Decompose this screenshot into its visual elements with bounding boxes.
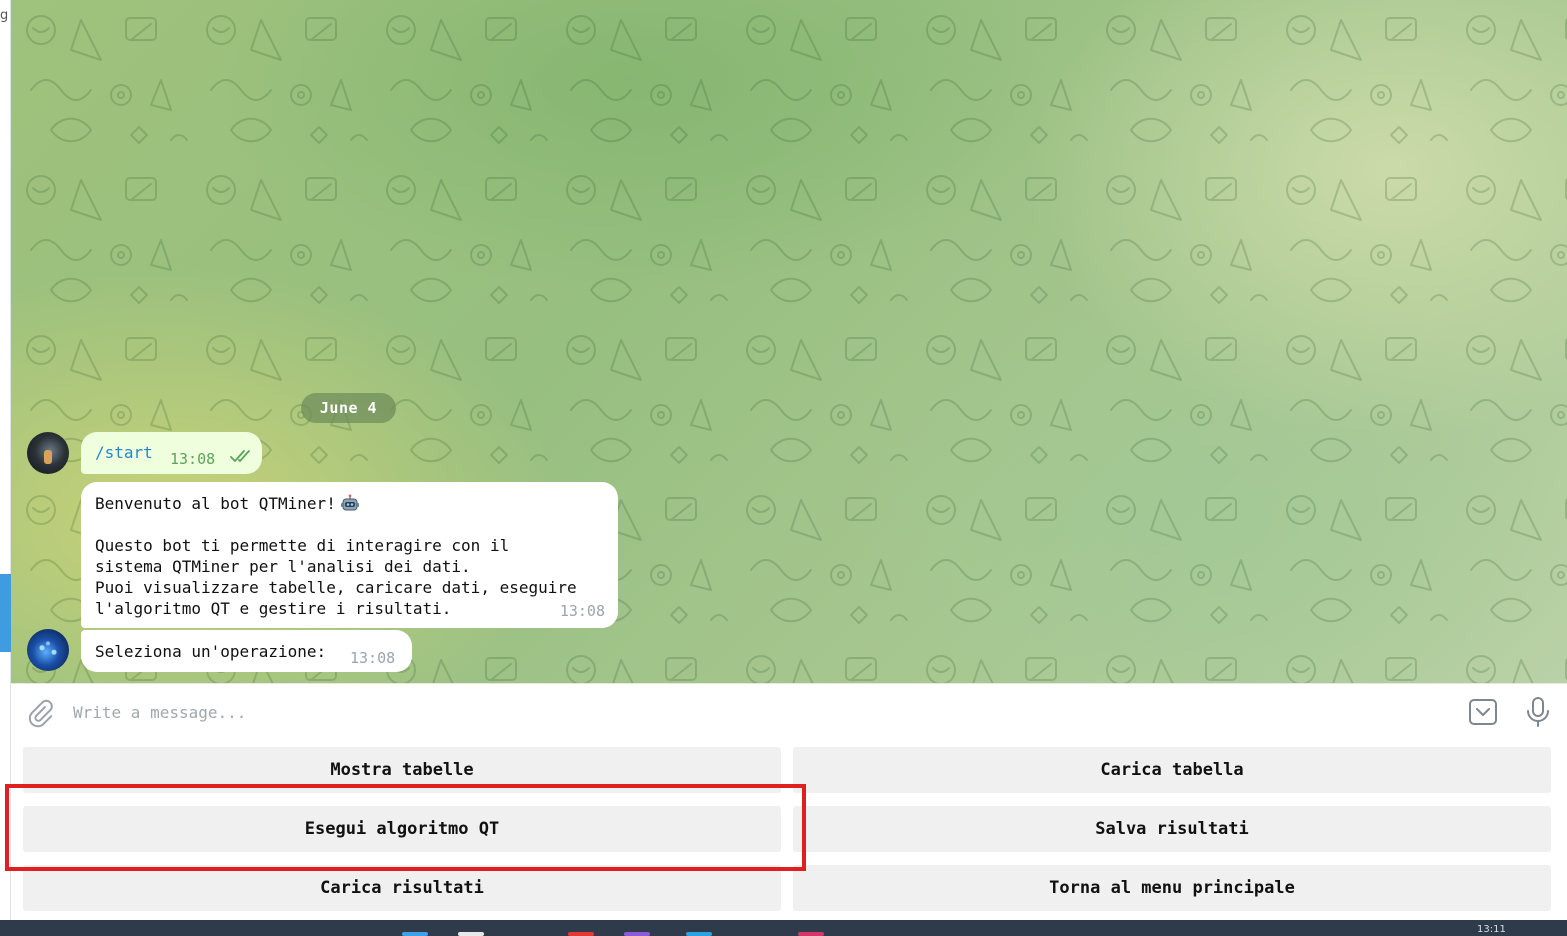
os-taskbar: 13:11 (0, 920, 1567, 936)
bot-avatar[interactable] (27, 629, 69, 671)
message-input[interactable] (73, 698, 1433, 726)
taskbar-app-icon[interactable] (686, 932, 712, 936)
message-line: l'algoritmo QT e gestire i risultati. (95, 599, 452, 618)
message-time: 13:08 (559, 602, 605, 620)
taskbar-clock[interactable]: 13:11 (1477, 924, 1506, 935)
taskbar-app-icon[interactable] (798, 932, 824, 936)
message-text: Seleziona un'operazione: (95, 642, 327, 661)
carica-risultati-button[interactable]: Carica risultati (23, 865, 781, 911)
outgoing-message[interactable]: /start 13:08 (81, 432, 262, 474)
message-text: Benvenuto al bot QTMiner! Questo bot ti … (95, 493, 577, 619)
message-time: 13:08 (170, 450, 216, 468)
robot-face-icon (340, 494, 359, 511)
bot-reply-keyboard: Mostra tabelle Carica tabella Esegui alg… (11, 739, 1567, 920)
salva-risultati-button[interactable]: Salva risultati (793, 806, 1551, 852)
esegui-algoritmo-qt-button[interactable]: Esegui algoritmo QT (23, 806, 781, 852)
left-pane-cut-text: g (0, 8, 9, 23)
mostra-tabelle-button[interactable]: Mostra tabelle (23, 747, 781, 793)
message-line: sistema QTMiner per l'analisi dei dati. (95, 557, 471, 576)
message-line: Questo bot ti permette di interagire con… (95, 536, 510, 555)
double-check-icon (230, 450, 250, 462)
message-line: Puoi visualizzare tabelle, caricare dati… (95, 578, 577, 597)
command-link[interactable]: /start (95, 442, 153, 463)
left-pane-selection-marker (0, 574, 11, 652)
taskbar-app-icon[interactable] (568, 932, 594, 936)
bot-prompt-message[interactable]: Seleziona un'operazione: 13:08 (81, 630, 412, 672)
microphone-icon[interactable] (1525, 696, 1551, 728)
message-composer (11, 683, 1567, 739)
bot-welcome-message[interactable]: Benvenuto al bot QTMiner! Questo bot ti … (81, 482, 618, 628)
taskbar-app-icon[interactable] (402, 932, 428, 936)
date-separator: June 4 (301, 393, 396, 423)
left-pane-edge: g (0, 0, 11, 920)
user-avatar[interactable] (27, 432, 69, 474)
taskbar-app-icon[interactable] (624, 932, 650, 936)
message-time: 13:08 (350, 649, 396, 667)
paperclip-icon[interactable] (25, 698, 55, 728)
carica-tabella-button[interactable]: Carica tabella (793, 747, 1551, 793)
message-line: Benvenuto al bot QTMiner! (95, 494, 336, 513)
torna-al-menu-principale-button[interactable]: Torna al menu principale (793, 865, 1551, 911)
bot-keyboard-toggle-icon[interactable] (1468, 697, 1498, 727)
taskbar-app-icon[interactable] (458, 932, 484, 936)
